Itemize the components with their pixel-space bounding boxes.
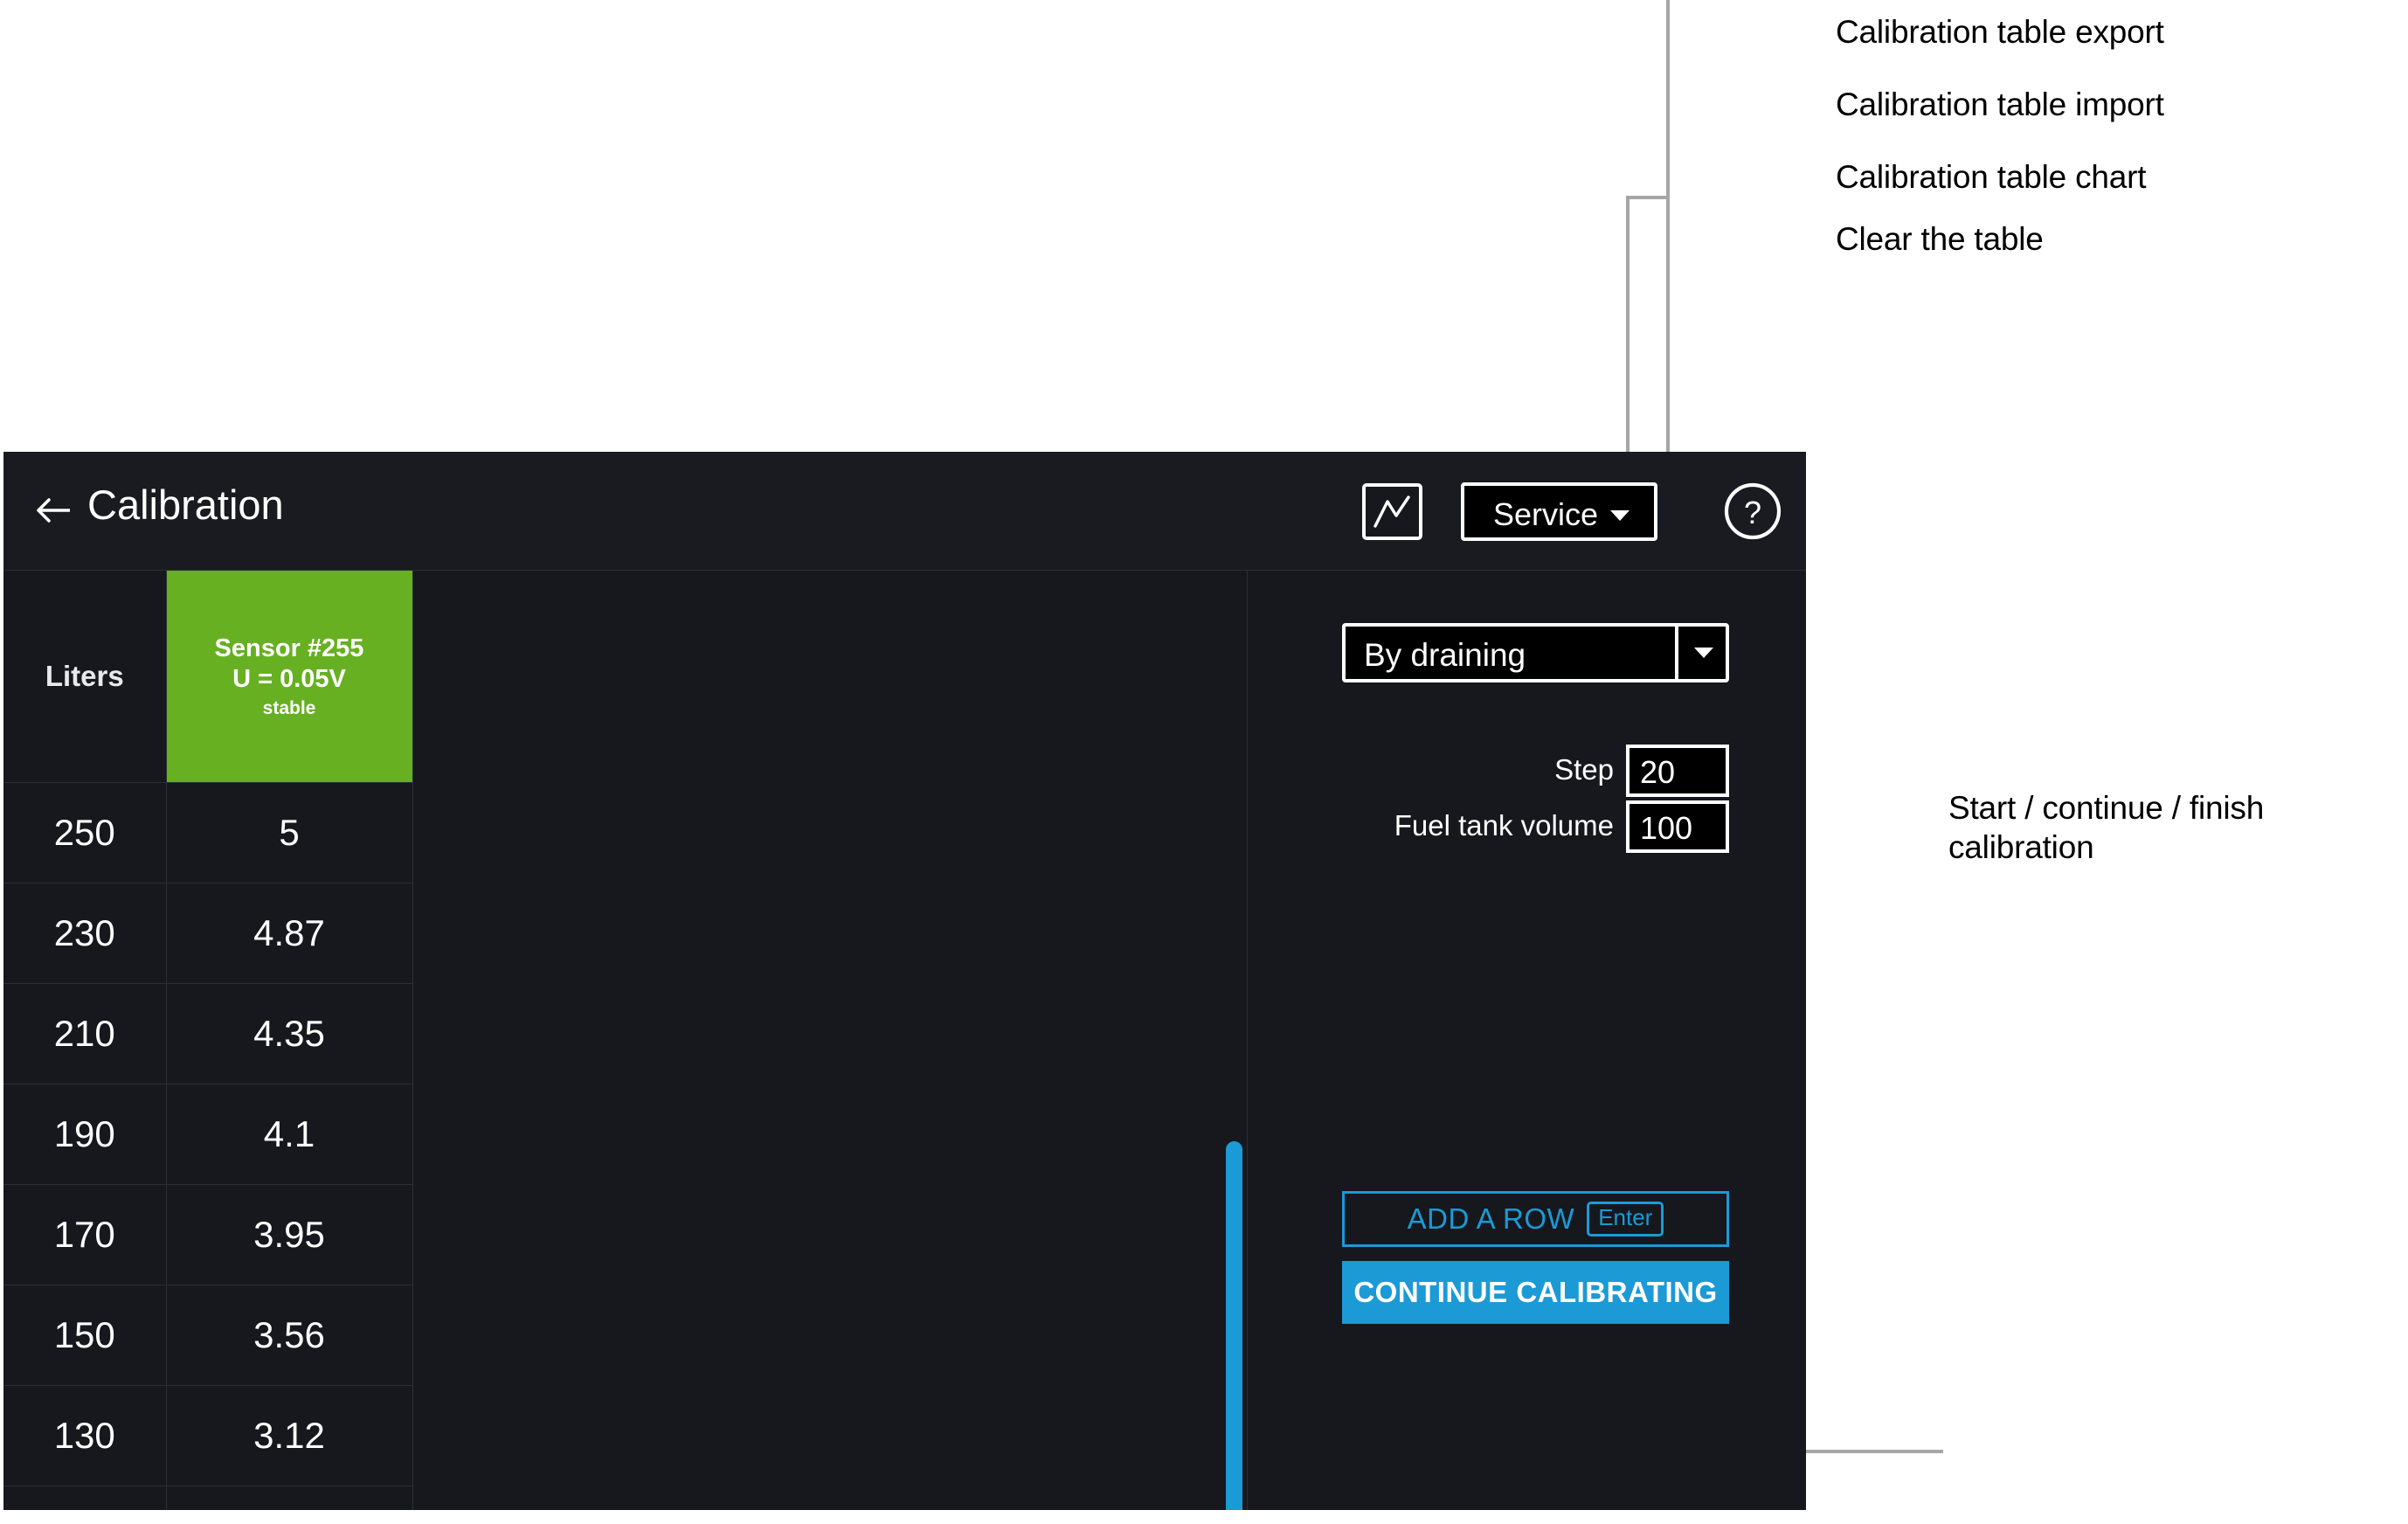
- calibration-window: Calibration Service ? Liters Sensor #255…: [3, 452, 1806, 1510]
- annotation-label: Start / continue / finish calibration: [1948, 790, 2265, 866]
- step-field-row: Step 20: [1342, 745, 1729, 797]
- calibration-settings-panel: By draining Step 20 Fuel tank volume 100…: [1248, 571, 1806, 1510]
- step-label: Step: [1554, 753, 1614, 786]
- service-dropdown[interactable]: Service: [1461, 482, 1657, 541]
- add-a-row-button[interactable]: ADD A ROW Enter: [1342, 1191, 1729, 1247]
- arrow-left-icon[interactable]: [33, 490, 73, 530]
- table-row-partial[interactable]: [3, 1486, 413, 1510]
- leader-line-continue-button: [1806, 1450, 1943, 1453]
- calibration-table: Liters Sensor #255 U = 0.05V stable 250 5 230 4…: [3, 571, 413, 1510]
- calibration-table-chart-button[interactable]: [1362, 483, 1422, 540]
- sensor-status-cell[interactable]: Sensor #255 U = 0.05V stable: [166, 571, 413, 783]
- annotation-label: Calibration table export: [1836, 14, 2164, 50]
- cell-liters[interactable]: 150: [3, 1285, 167, 1386]
- cell-liters[interactable]: 130: [3, 1385, 167, 1486]
- leader-line-vertical-short: [1626, 196, 1630, 493]
- table-row[interactable]: 150 3.56: [3, 1285, 413, 1386]
- sensor-name: Sensor #255: [214, 634, 364, 662]
- page-title: Calibration: [87, 481, 284, 528]
- question-mark-circle-icon: ?: [1724, 482, 1782, 540]
- table-scrollbar[interactable]: [1226, 1141, 1242, 1510]
- leader-line-vertical-long: [1666, 0, 1670, 461]
- cell-volts[interactable]: 4.87: [166, 883, 413, 984]
- cell-volts[interactable]: 5: [166, 782, 413, 883]
- calibration-method-dropdown-arrow[interactable]: [1675, 627, 1726, 679]
- table-row[interactable]: 250 5: [3, 782, 413, 883]
- column-header-liters: Liters: [3, 571, 167, 783]
- table-row[interactable]: 190 4.1: [3, 1084, 413, 1185]
- step-value: 20: [1640, 754, 1676, 790]
- annotation-label: Calibration table import: [1836, 87, 2164, 122]
- fuel-tank-volume-input[interactable]: 100: [1626, 800, 1729, 853]
- leader-line-horizontal-branch: [1626, 196, 1670, 199]
- table-row[interactable]: 210 4.35: [3, 983, 413, 1084]
- continue-calibrating-label: CONTINUE CALIBRATING: [1353, 1276, 1718, 1308]
- sensor-state: stable: [262, 697, 316, 718]
- chevron-down-icon: [1694, 648, 1713, 658]
- cell-volts[interactable]: 3.56: [166, 1285, 413, 1386]
- annotation-label: Clear the table: [1836, 221, 2044, 257]
- continue-calibrating-button[interactable]: CONTINUE CALIBRATING: [1342, 1261, 1729, 1324]
- sensor-voltage: U = 0.05V: [232, 664, 346, 693]
- cell-volts[interactable]: [166, 1486, 413, 1510]
- calibration-method-dropdown[interactable]: By draining: [1342, 623, 1729, 682]
- help-button[interactable]: ?: [1721, 480, 1784, 543]
- svg-text:?: ?: [1744, 495, 1761, 530]
- table-row[interactable]: 130 3.12: [3, 1385, 413, 1486]
- service-dropdown-label: Service: [1493, 496, 1599, 532]
- table-header-row: Liters Sensor #255 U = 0.05V stable: [3, 571, 413, 783]
- fuel-tank-volume-value: 100: [1640, 810, 1693, 846]
- cell-volts[interactable]: 3.95: [166, 1184, 413, 1285]
- add-a-row-shortcut-badge: Enter: [1587, 1202, 1664, 1237]
- cell-liters[interactable]: 250: [3, 782, 167, 883]
- chevron-down-icon: [1610, 510, 1630, 521]
- step-input[interactable]: 20: [1626, 745, 1729, 797]
- annotation-label: Calibration table chart: [1836, 159, 2147, 195]
- cell-liters[interactable]: 190: [3, 1084, 167, 1185]
- fuel-tank-volume-field-row: Fuel tank volume 100: [1342, 800, 1729, 853]
- add-a-row-label: ADD A ROW: [1407, 1202, 1575, 1235]
- table-row[interactable]: 230 4.87: [3, 883, 413, 984]
- cell-liters[interactable]: 170: [3, 1184, 167, 1285]
- fuel-tank-volume-label: Fuel tank volume: [1394, 809, 1614, 842]
- cell-volts[interactable]: 4.1: [166, 1084, 413, 1185]
- add-a-row-content: ADD A ROW Enter: [1345, 1194, 1726, 1244]
- cell-volts[interactable]: 3.12: [166, 1385, 413, 1486]
- calibration-table-pane: Liters Sensor #255 U = 0.05V stable 250 5 230 4…: [3, 571, 1248, 1510]
- table-row[interactable]: 170 3.95: [3, 1184, 413, 1285]
- cell-volts[interactable]: 4.35: [166, 983, 413, 1084]
- window-titlebar: Calibration Service ?: [3, 452, 1806, 571]
- calibration-method-value: By draining: [1364, 637, 1526, 673]
- cell-liters[interactable]: 230: [3, 883, 167, 984]
- cell-liters[interactable]: [3, 1486, 167, 1510]
- cell-liters[interactable]: 210: [3, 983, 167, 1084]
